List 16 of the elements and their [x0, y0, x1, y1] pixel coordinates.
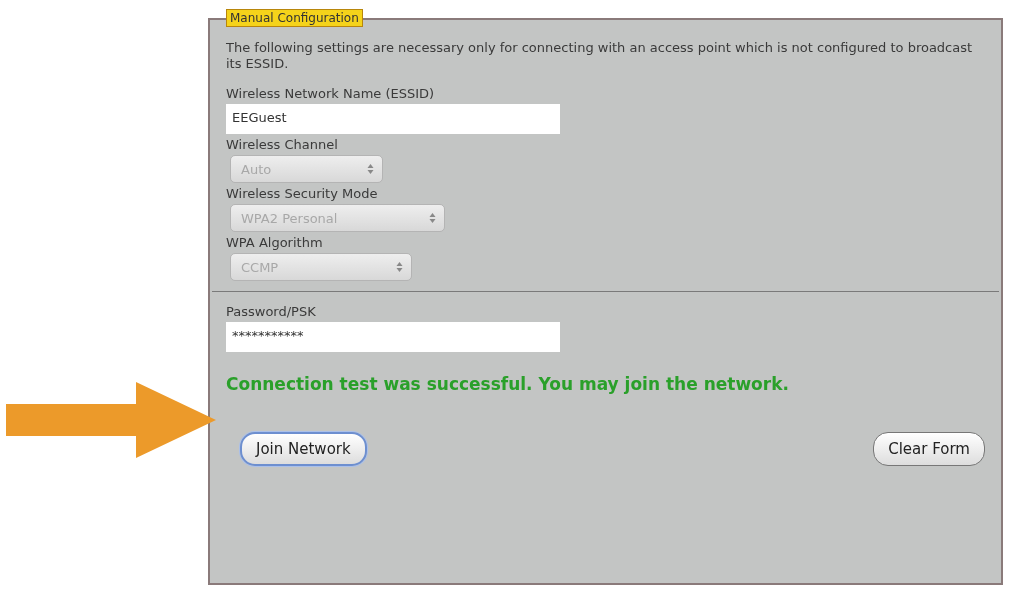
password-field[interactable]: *********** [226, 322, 560, 352]
arrow-icon [6, 382, 216, 458]
join-button[interactable]: Join Network [240, 432, 367, 466]
updown-icon [367, 163, 374, 175]
updown-icon [429, 212, 436, 224]
input-field[interactable]: EEGuest [226, 104, 560, 134]
field-label: WPA Algorithm [226, 235, 324, 250]
field-label: Password/PSK [226, 304, 317, 319]
field-label: Wireless Network Name (ESSID) [226, 86, 436, 101]
success-message: Connection test was successful. You may join the network. [226, 374, 790, 394]
clear-button[interactable]: Clear Form [873, 432, 985, 466]
section-legend: Manual Configuration [226, 9, 363, 27]
field-label: Wireless Security Mode [226, 186, 379, 201]
updown-icon [396, 261, 403, 273]
field-label: Wireless Channel [226, 137, 339, 152]
intro-text: The following settings are necessary only for connecting with an access point which is not configured to broadcast its ESSID. [226, 40, 974, 72]
